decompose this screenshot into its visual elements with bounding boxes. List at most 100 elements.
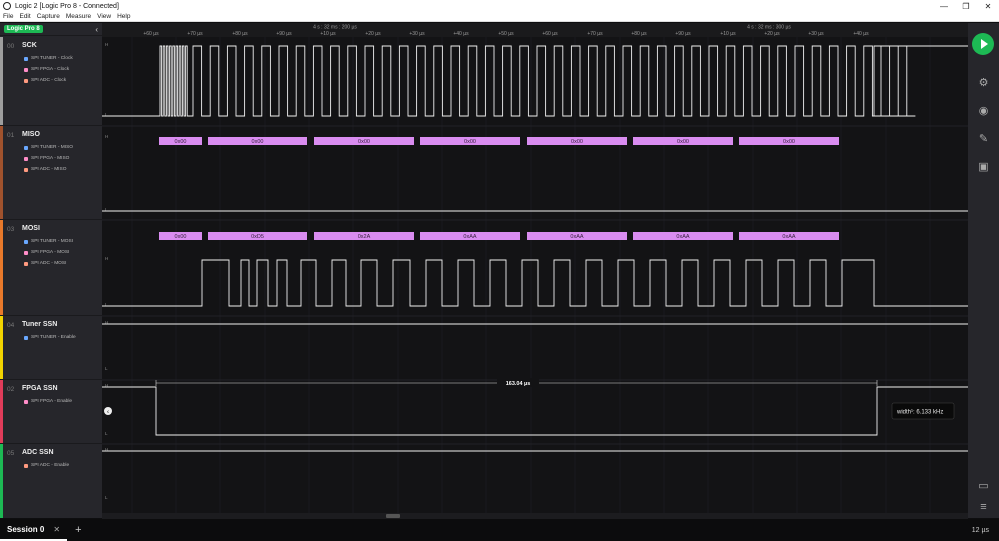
- close-window-button[interactable]: ✕: [977, 2, 999, 11]
- analyzer-label: SPI ADC - Clock: [24, 78, 66, 83]
- measure-ruler-icon[interactable]: ✎: [977, 133, 990, 146]
- chevron-left-icon[interactable]: ‹: [95, 25, 98, 34]
- miso-decode-bubble: 0x00: [358, 139, 370, 145]
- channel-row[interactable]: 02 FPGA SSN SPI FPGA - Enable: [0, 380, 102, 444]
- right-tool-panel: ⚙ ◉ ✎ ▣ ▭ ≡: [968, 23, 999, 518]
- ruler-tick-label: +20 µs: [764, 31, 780, 37]
- analyzer-name: SPI ADC - MOSI: [31, 261, 67, 266]
- device-bar: Logic Pro 8 ‹: [0, 23, 102, 36]
- window-title: Logic 2 [Logic Pro 8 - Connected]: [15, 2, 119, 10]
- scrollbar-thumb[interactable]: [386, 514, 400, 518]
- extensions-icon[interactable]: ▣: [977, 161, 990, 174]
- analyzer-label: SPI TUNER - Enable: [24, 335, 76, 340]
- mosi-decode-bubble: 0xAA: [782, 234, 795, 240]
- channel-name[interactable]: MISO: [22, 131, 40, 138]
- title-bar: Logic 2 [Logic Pro 8 - Connected] — ❐ ✕: [0, 0, 999, 12]
- miso-decode-bubble: 0x00: [783, 139, 795, 145]
- analyzer-name: SPI FPGA - MISO: [31, 156, 70, 161]
- menu-edit[interactable]: Edit: [19, 13, 30, 20]
- analyzer-name: SPI FPGA - Enable: [31, 399, 73, 404]
- analyzer-color-icon: [24, 56, 28, 61]
- mosi-decode-bubble: 0xAA: [463, 234, 476, 240]
- channel-name[interactable]: Tuner SSN: [22, 321, 57, 328]
- miso-decode-bubble: 0x00: [175, 139, 187, 145]
- chat-icon[interactable]: ▭: [977, 480, 990, 493]
- decode-bubbles: 0x00 0x00 0x00 0x00 0x00 0x00 0x00 0x00 0xD5 0x2A…: [159, 137, 839, 240]
- menu-measure[interactable]: Measure: [66, 13, 91, 20]
- add-session-button[interactable]: +: [75, 524, 81, 536]
- menu-help[interactable]: Help: [117, 13, 130, 20]
- analyzer-color-icon: [24, 67, 28, 72]
- analyzer-name: SPI ADC - Clock: [31, 78, 67, 83]
- channel-name[interactable]: SCK: [22, 42, 37, 49]
- channel-name[interactable]: FPGA SSN: [22, 385, 58, 392]
- channel-row[interactable]: 04 Tuner SSN SPI TUNER - Enable: [0, 316, 102, 380]
- fpga-ssn-trace: [102, 386, 968, 436]
- menu-icon[interactable]: ≡: [977, 501, 990, 514]
- ruler-tick-label: +30 µs: [409, 31, 425, 37]
- analyzer-label: SPI TUNER - MISO: [24, 145, 73, 150]
- sliders-icon[interactable]: ⚙: [977, 77, 990, 90]
- channel-name[interactable]: ADC SSN: [22, 449, 54, 456]
- analyzer-label: SPI FPGA - Clock: [24, 67, 69, 72]
- session-tab-label: Session 0: [7, 524, 45, 534]
- ruler-tick-label: +80 µs: [232, 31, 248, 37]
- start-capture-button[interactable]: [972, 33, 994, 55]
- session-tab[interactable]: Session 0 ✕: [0, 519, 68, 541]
- analyzer-label: SPI ADC - MISO: [24, 167, 66, 172]
- width-measurement[interactable]: 163.04 µs: [155, 378, 878, 387]
- ruler-tick-label: +60 µs: [143, 31, 159, 37]
- channel-row[interactable]: 01 MISO SPI TUNER - MISO SPI FPGA - MISO…: [0, 126, 102, 220]
- analyzer-color-icon: [24, 463, 28, 468]
- maximize-button[interactable]: ❐: [955, 2, 977, 11]
- ruler-tick-label: +70 µs: [187, 31, 203, 37]
- mosi-decode-bubble: 0xAA: [676, 234, 689, 240]
- channel-color-stripe: [0, 220, 3, 315]
- ruler-group-left: 4 s : 32 ms : 200 µs: [313, 25, 357, 31]
- analyzer-color-icon: [24, 78, 28, 83]
- analyzer-color-icon: [24, 167, 28, 172]
- channel-number: 01: [7, 132, 15, 139]
- ruler-tick-label: +20 µs: [365, 31, 381, 37]
- ruler-tick-label: +10 µs: [720, 31, 736, 37]
- miso-decode-bubble: 0x00: [677, 139, 689, 145]
- measurement-tooltip: width¹: 6.133 kHz: [891, 402, 955, 420]
- session-bar: Session 0 ✕ + 12 µs: [0, 519, 999, 541]
- channel-row[interactable]: 03 MOSI SPI TUNER - MOSI SPI FPGA - MOSI…: [0, 220, 102, 316]
- ruler-tick-label: +90 µs: [675, 31, 691, 37]
- ruler-tick-label: +80 µs: [631, 31, 647, 37]
- analyzer-color-icon: [24, 399, 28, 404]
- channel-row[interactable]: 00 SCK SPI TUNER - Clock SPI FPGA - Cloc…: [0, 37, 102, 126]
- mosi-decode-bubble: 0x2A: [358, 234, 371, 240]
- channel-row[interactable]: 05 ADC SSN SPI ADC - Enable: [0, 444, 102, 518]
- menu-view[interactable]: View: [97, 13, 111, 20]
- analyzer-name: SPI TUNER - MISO: [31, 145, 74, 150]
- channel-number: 04: [7, 322, 15, 329]
- device-badge[interactable]: Logic Pro 8: [4, 25, 43, 33]
- ruler-tick-label: +40 µs: [853, 31, 869, 37]
- level-low-label: L: [105, 431, 108, 436]
- channel-number: 05: [7, 450, 15, 457]
- channel-number: 02: [7, 386, 15, 393]
- waveform-canvas[interactable]: +60 µs +70 µs +80 µs +90 µs +10 µs +20 µs +30 …: [102, 23, 968, 518]
- close-session-icon[interactable]: ✕: [53, 525, 60, 534]
- analyzer-label: SPI FPGA - MOSI: [24, 250, 69, 255]
- ruler-tick-label: +50 µs: [498, 31, 514, 37]
- level-low-label: L: [105, 366, 108, 371]
- level-high-label: H: [105, 134, 108, 139]
- signal-traces: [102, 45, 968, 452]
- analyzers-icon[interactable]: ◉: [977, 105, 990, 118]
- zoom-readout: 12 µs: [971, 526, 989, 534]
- chevron-left-icon[interactable]: ‹: [107, 409, 109, 415]
- minimize-button[interactable]: —: [933, 2, 955, 11]
- waveform-area[interactable]: +60 µs +70 µs +80 µs +90 µs +10 µs +20 µs +30 …: [102, 23, 968, 518]
- menu-capture[interactable]: Capture: [37, 13, 60, 20]
- mosi-trace: [102, 259, 968, 307]
- analyzer-name: SPI TUNER - Clock: [31, 56, 73, 61]
- menu-file[interactable]: File: [3, 13, 13, 20]
- level-high-label: H: [105, 256, 108, 261]
- channel-sidebar: Logic Pro 8 ‹ 00 SCK SPI TUNER - Clock S…: [0, 23, 102, 518]
- channel-name[interactable]: MOSI: [22, 225, 40, 232]
- channel-number: 03: [7, 226, 15, 233]
- channel-color-stripe: [0, 126, 3, 219]
